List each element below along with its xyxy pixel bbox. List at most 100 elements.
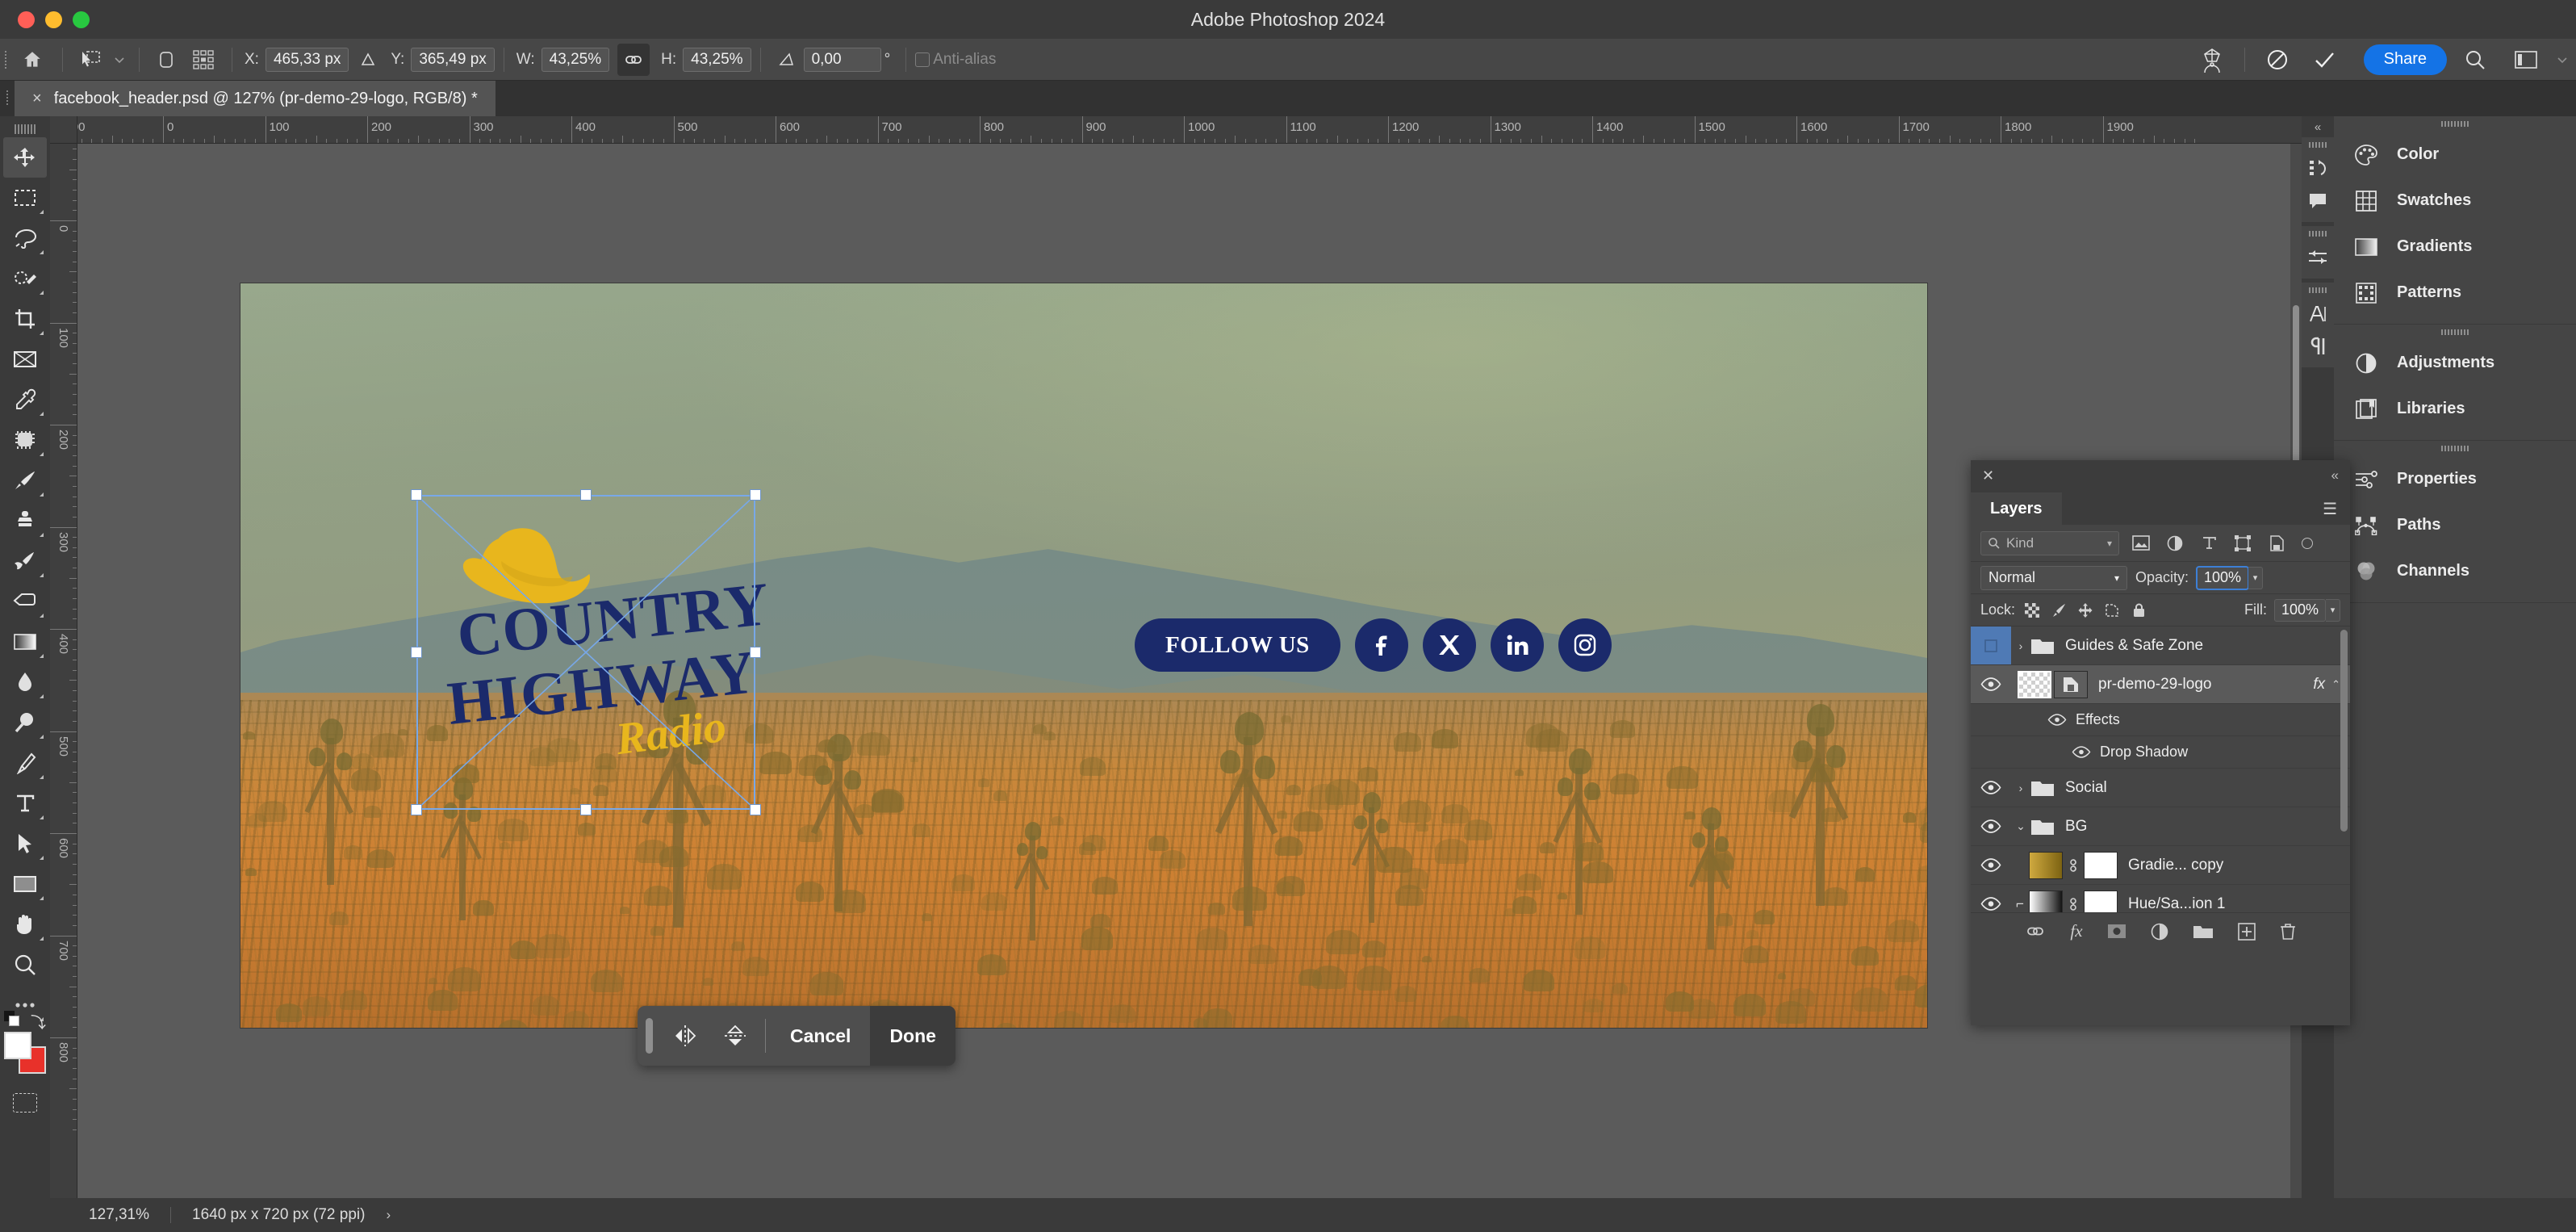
layer-visibility-toggle[interactable] [1971, 858, 2011, 872]
tool-object-selection-tool[interactable] [3, 258, 47, 299]
chevron-down-icon[interactable]: ▾ [2114, 572, 2119, 584]
collapse-icon[interactable]: « [2331, 467, 2339, 484]
transform-handle-w[interactable] [411, 647, 422, 658]
transform-handle-sw[interactable] [411, 804, 422, 815]
tool-lasso-tool[interactable] [3, 218, 47, 258]
blend-mode-select[interactable]: Normal ▾ [1980, 566, 2127, 590]
rail-grip[interactable] [2309, 287, 2327, 293]
filter-enable-toggle[interactable] [2302, 538, 2313, 549]
layer-thumbnail[interactable] [2029, 852, 2063, 879]
dock-item-gradients[interactable]: Gradients [2334, 224, 2576, 270]
tool-zoom-tool[interactable] [3, 945, 47, 985]
layer-name[interactable]: Social [2065, 779, 2107, 797]
lock-image-pixels[interactable] [2049, 601, 2068, 620]
effects-visibility-icon[interactable] [2047, 714, 2067, 726]
instagram-badge[interactable] [1558, 618, 1612, 672]
canvas-area[interactable]: COUNTRY HIGHWAY Radio FOLLOW US [77, 144, 2302, 1198]
tool-gradient-tool[interactable] [3, 622, 47, 662]
tool-eyedropper-tool[interactable] [3, 379, 47, 420]
comment-icon[interactable] [2302, 185, 2334, 217]
layer-thumbnail[interactable] [2029, 890, 2063, 913]
chevron-right-icon[interactable]: › [2011, 782, 2030, 794]
width-input[interactable]: 43,25% [542, 48, 609, 72]
follow-us-pill[interactable]: FOLLOW US [1135, 618, 1340, 672]
filter-adjustment-layers[interactable] [2163, 531, 2187, 555]
layer-visibility-toggle[interactable] [1971, 819, 2011, 833]
cancel-transform-button[interactable]: Cancel [771, 1006, 870, 1066]
layers-panel[interactable]: ✕ « Layers ☰ Kind ▾ Normal ▾ [1971, 460, 2350, 1025]
table-row[interactable]: ⌄ BG [1971, 807, 2350, 846]
tool-frame-tool[interactable] [3, 339, 47, 379]
cancel-transform-icon[interactable] [2254, 44, 2301, 76]
commit-transform-icon[interactable] [2301, 44, 2348, 76]
table-row[interactable]: › Social [1971, 769, 2350, 807]
layer-style-button[interactable]: fx [2070, 921, 2082, 941]
tool-blur-tool[interactable] [3, 662, 47, 702]
dock-item-libraries[interactable]: Libraries [2334, 386, 2576, 432]
rail-grip[interactable] [2309, 142, 2327, 148]
tool-type-tool[interactable] [3, 783, 47, 823]
filter-shape-layers[interactable] [2231, 531, 2255, 555]
window-controls[interactable] [18, 11, 90, 28]
collapse-panels-icon[interactable]: « [2302, 116, 2334, 137]
close-icon[interactable]: × [32, 90, 42, 107]
fill-input[interactable]: 100% [2274, 599, 2326, 622]
transform-handle-se[interactable] [750, 804, 761, 815]
transform-handle-nw[interactable] [411, 489, 422, 501]
dock-group-grip[interactable] [2441, 446, 2469, 451]
tool-pen-tool[interactable] [3, 743, 47, 783]
transform-float-toolbar[interactable]: Cancel Done [638, 1006, 956, 1066]
tool-spot-healing-brush-tool[interactable] [3, 420, 47, 460]
done-transform-button[interactable]: Done [870, 1006, 956, 1066]
mask-link-icon[interactable] [2066, 895, 2080, 913]
layer-effects-indicator[interactable]: fx [2313, 676, 2331, 694]
layer-visibility-toggle[interactable] [1971, 626, 2011, 664]
mask-link-icon[interactable] [2066, 857, 2080, 874]
tool-history-brush-tool[interactable] [3, 541, 47, 581]
list-item[interactable]: Effects [1971, 704, 2350, 736]
layer-visibility-toggle[interactable] [1971, 781, 2011, 794]
rotation-input[interactable]: 0,00 [804, 48, 881, 72]
dock-item-channels[interactable]: Channels [2334, 548, 2576, 594]
transform-handle-n[interactable] [580, 489, 592, 501]
new-group-button[interactable] [2193, 924, 2214, 940]
layer-mask-thumbnail[interactable] [2084, 890, 2118, 913]
foreground-color-swatch[interactable] [4, 1032, 31, 1059]
layers-scrollbar-thumb[interactable] [2340, 630, 2348, 832]
filter-pixel-layers[interactable] [2129, 531, 2153, 555]
transform-bounding-box[interactable] [416, 495, 755, 810]
effect-name[interactable]: Drop Shadow [2100, 744, 2188, 761]
rail-grip[interactable] [2309, 231, 2327, 237]
opacity-input[interactable]: 100% [2197, 567, 2248, 589]
x-input[interactable]: 465,33 px [266, 48, 349, 72]
auto-select-icon[interactable] [148, 44, 184, 76]
tab-layers[interactable]: Layers [1971, 492, 2062, 525]
filter-type-layers[interactable] [2197, 531, 2221, 555]
character-a-icon[interactable] [2302, 298, 2334, 330]
warp-icon[interactable] [2189, 44, 2235, 76]
social-row[interactable]: FOLLOW US [1135, 618, 1612, 672]
layer-name[interactable]: pr-demo-29-logo [2098, 676, 2211, 694]
transform-handle-s[interactable] [580, 804, 592, 815]
tool-brush-tool[interactable] [3, 460, 47, 501]
delete-layer-button[interactable] [2280, 923, 2296, 941]
paragraph-pilcrow-icon[interactable] [2302, 330, 2334, 362]
dock-group-grip[interactable] [2441, 121, 2469, 127]
align-distribute-icon[interactable] [184, 44, 223, 76]
history-icon[interactable] [2302, 153, 2334, 185]
chevron-down-icon[interactable]: ⌄ [2011, 819, 2030, 833]
layer-kind-filter[interactable]: Kind ▾ [1980, 531, 2119, 555]
flip-horizontal-icon[interactable] [660, 1006, 710, 1066]
swap-colors-icon[interactable]: ⤵ [31, 1011, 46, 1033]
y-input[interactable]: 365,49 px [411, 48, 494, 72]
facebook-badge[interactable] [1355, 618, 1408, 672]
fill-stepper[interactable]: ▾ [2326, 599, 2340, 622]
layer-name[interactable]: Hue/Sa...ion 1 [2128, 895, 2225, 913]
layer-name[interactable]: Gradie... copy [2128, 857, 2223, 874]
artboard[interactable]: COUNTRY HIGHWAY Radio FOLLOW US [240, 283, 1927, 1028]
dock-item-patterns[interactable]: Patterns [2334, 270, 2576, 316]
dock-item-paths[interactable]: Paths [2334, 502, 2576, 548]
dock-group-grip[interactable] [2441, 329, 2469, 335]
chevron-right-icon[interactable]: › [386, 1207, 391, 1223]
options-bar-grip[interactable] [0, 39, 11, 80]
